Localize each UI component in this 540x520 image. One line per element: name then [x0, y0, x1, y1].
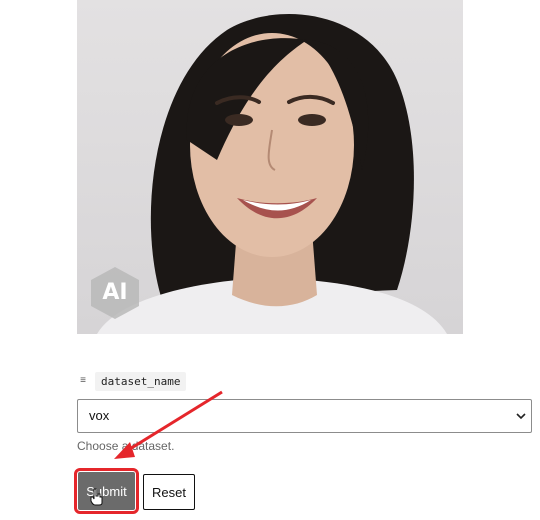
list-icon: ≡: [80, 375, 86, 386]
submit-button[interactable]: Submit: [74, 468, 139, 514]
dataset-select[interactable]: vox: [77, 399, 532, 433]
chevron-down-icon: [516, 413, 526, 420]
reset-button[interactable]: Reset: [143, 474, 195, 510]
helper-text: Choose a dataset.: [77, 439, 175, 453]
parameter-name: dataset_name: [95, 371, 187, 391]
dataset-select-value: vox: [89, 408, 110, 423]
portrait-image: AI: [77, 0, 463, 334]
ai-badge: AI: [89, 265, 141, 321]
ai-badge-label: AI: [102, 280, 128, 305]
parameter-label-row: ≡ dataset_name: [77, 371, 187, 391]
